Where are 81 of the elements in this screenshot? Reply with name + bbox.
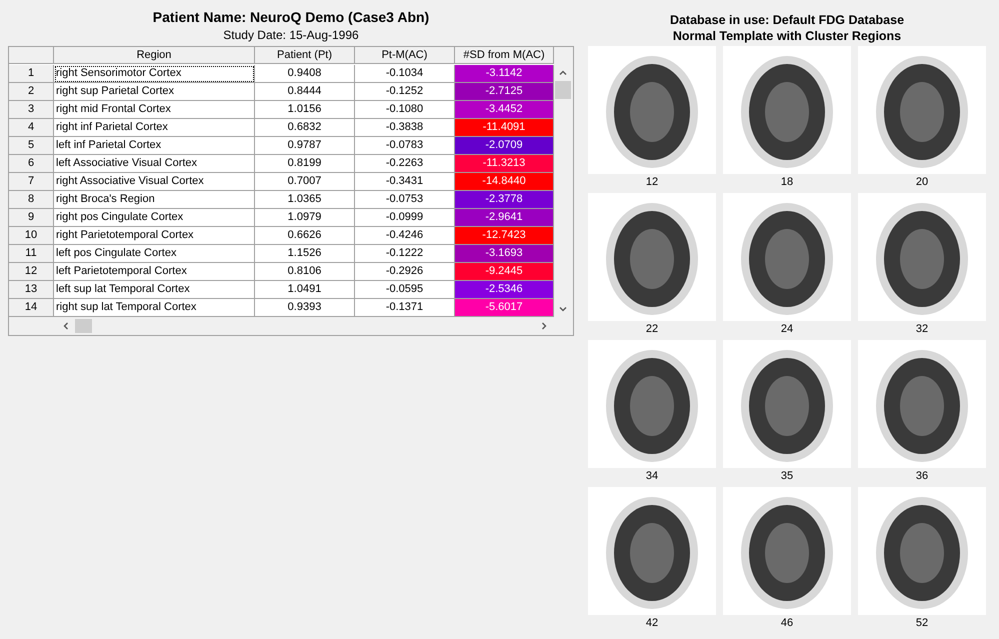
table-cell: -3.1693 [455,245,554,263]
table-cell: -2.5346 [455,281,554,299]
slice-number: 46 [780,616,794,631]
table-cell: right sup lat Temporal Cortex [54,299,255,317]
table-cell: left inf Parietal Cortex [54,137,255,155]
table-cell: left sup lat Temporal Cortex [54,281,255,299]
table-cell: -14.8440 [455,173,554,191]
table-cell: -9.2445 [455,263,554,281]
slice-number: 22 [646,322,658,337]
table-cell: 1.0156 [255,101,355,119]
table-cell: right sup Parietal Cortex [54,83,255,101]
template-title: Normal Template with Cluster Regions [672,28,902,44]
table-cell: right Sensorimotor Cortex [54,65,255,83]
row-header[interactable]: 10 [9,227,54,245]
table-cell: 1.0491 [255,281,355,299]
table-cell: -11.4091 [455,119,554,137]
column-header[interactable]: Pt-M(AC) [355,47,455,64]
row-header[interactable]: 5 [9,137,54,155]
table-cell: right mid Frontal Cortex [54,101,255,119]
slice-number: 36 [916,469,928,484]
table-cell: 1.0365 [255,191,355,209]
scroll-thumb[interactable] [75,319,92,333]
table-cell: right Broca's Region [54,191,255,209]
table-cell: 0.8444 [255,83,355,101]
row-header[interactable]: 2 [9,83,54,101]
slice-number: 35 [780,469,794,484]
table-cell: 1.1526 [255,245,355,263]
column-header[interactable]: Patient (Pt) [255,47,355,64]
slice-number: 34 [646,469,658,484]
slice-number: 32 [916,322,928,337]
table-cell: -2.0709 [455,137,554,155]
table-cell: 0.9393 [255,299,355,317]
table-cell: left Associative Visual Cortex [54,155,255,173]
column-header[interactable]: #SD from M(AC) [455,47,554,64]
table-cell: 0.6626 [255,227,355,245]
scroll-right-icon[interactable] [539,321,549,331]
row-header[interactable]: 6 [9,155,54,173]
table-cell: -2.9641 [455,209,554,227]
row-header[interactable]: 9 [9,209,54,227]
scroll-down-icon[interactable] [558,304,568,314]
table-cell: 0.7007 [255,173,355,191]
table-cell: right inf Parietal Cortex [54,119,255,137]
column-header[interactable]: Region [54,47,255,64]
table-cell: -2.7125 [455,83,554,101]
row-header[interactable]: 8 [9,191,54,209]
scroll-left-icon[interactable] [61,321,71,331]
study-date: Study Date: 15-Aug-1996 [222,27,360,44]
table-cell: right Associative Visual Cortex [54,173,255,191]
slice-number: 12 [646,175,658,190]
table-cell: left pos Cingulate Cortex [54,245,255,263]
row-header[interactable]: 1 [9,65,54,83]
slice-number: 20 [916,175,928,190]
table-cell: -5.6017 [455,299,554,317]
scroll-thumb[interactable] [555,81,571,99]
row-header[interactable]: 11 [9,245,54,263]
table-cell: -3.1142 [455,65,554,83]
table-cell: 0.8199 [255,155,355,173]
slice-number: 24 [780,322,794,337]
row-header[interactable]: 13 [9,281,54,299]
table-cell: 0.8106 [255,263,355,281]
table-cell: 0.9787 [255,137,355,155]
slice-number: 42 [646,616,658,631]
table-cell: -2.3778 [455,191,554,209]
database-title: Database in use: Default FDG Database [668,12,906,28]
row-header[interactable]: 14 [9,299,54,317]
table-cell: 0.6832 [255,119,355,137]
table-cell: -11.3213 [455,155,554,173]
table-cell: left Parietotemporal Cortex [54,263,255,281]
row-header[interactable]: 4 [9,119,54,137]
table-cell: -12.7423 [455,227,554,245]
row-header[interactable]: 3 [9,101,54,119]
patient-name-title: Patient Name: NeuroQ Demo (Case3 Abn) [152,8,430,26]
table-cell: right Parietotemporal Cortex [54,227,255,245]
table-cell: 1.0979 [255,209,355,227]
row-header[interactable]: 7 [9,173,54,191]
table-cell: right pos Cingulate Cortex [54,209,255,227]
table-cell: -3.4452 [455,101,554,119]
slice-number: 52 [916,616,928,631]
table-cell: 0.9408 [255,65,355,83]
slice-number: 18 [780,175,794,190]
row-header[interactable]: 12 [9,263,54,281]
